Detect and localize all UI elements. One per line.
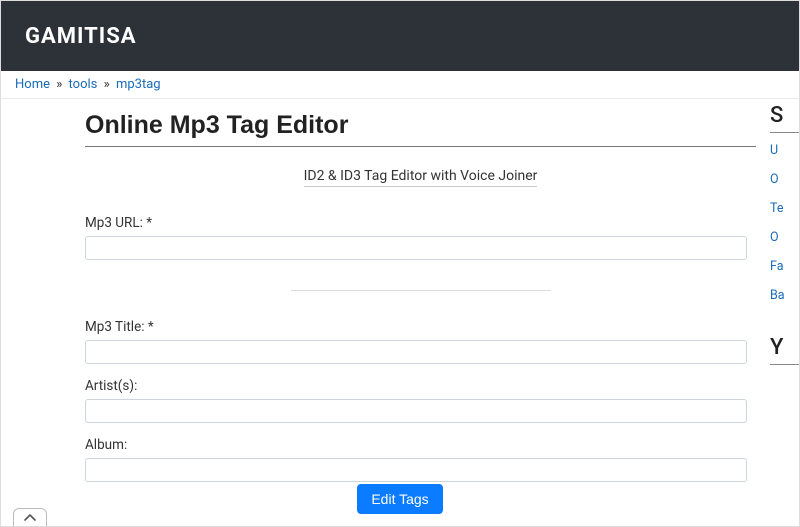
breadcrumb-separator: » — [104, 77, 110, 92]
sidebar: S U O Te O Fa Ba Y — [756, 103, 799, 496]
page-title: Online Mp3 Tag Editor — [85, 111, 756, 147]
input-album[interactable] — [85, 458, 747, 482]
sidebar-link[interactable]: Te — [770, 201, 799, 216]
input-artists[interactable] — [85, 399, 747, 423]
breadcrumb-separator: » — [56, 77, 62, 92]
brand-logo[interactable]: GAMITISA — [25, 24, 137, 49]
form-group-title: Mp3 Title: * — [85, 319, 756, 364]
sidebar-link[interactable]: Fa — [770, 259, 799, 274]
breadcrumb-mp3tag[interactable]: mp3tag — [116, 77, 161, 92]
sidebar-link[interactable]: Ba — [770, 288, 799, 303]
breadcrumb-home[interactable]: Home — [15, 77, 50, 92]
chevron-up-icon — [24, 514, 36, 522]
input-url[interactable] — [85, 236, 747, 260]
sidebar-heading-2: Y — [770, 335, 799, 365]
scroll-top-button[interactable] — [13, 508, 47, 526]
sidebar-heading: S — [770, 103, 799, 133]
form-group-artists: Artist(s): — [85, 378, 756, 423]
divider — [291, 290, 551, 291]
breadcrumb: Home » tools » mp3tag — [1, 71, 799, 99]
input-title[interactable] — [85, 340, 747, 364]
label-album: Album: — [85, 437, 756, 453]
label-url: Mp3 URL: * — [85, 215, 756, 231]
sidebar-link[interactable]: U — [770, 143, 799, 158]
form-group-url: Mp3 URL: * — [85, 215, 756, 260]
sidebar-link[interactable]: O — [770, 230, 799, 245]
main-content: Online Mp3 Tag Editor ID2 & ID3 Tag Edit… — [1, 103, 756, 496]
label-title: Mp3 Title: * — [85, 319, 756, 335]
header: GAMITISA — [1, 1, 799, 71]
label-artists: Artist(s): — [85, 378, 756, 394]
form-group-album: Album: — [85, 437, 756, 482]
sidebar-link[interactable]: O — [770, 172, 799, 187]
breadcrumb-tools[interactable]: tools — [69, 77, 98, 92]
edit-tags-button[interactable]: Edit Tags — [357, 484, 442, 514]
page-subtitle: ID2 & ID3 Tag Editor with Voice Joiner — [304, 168, 538, 187]
